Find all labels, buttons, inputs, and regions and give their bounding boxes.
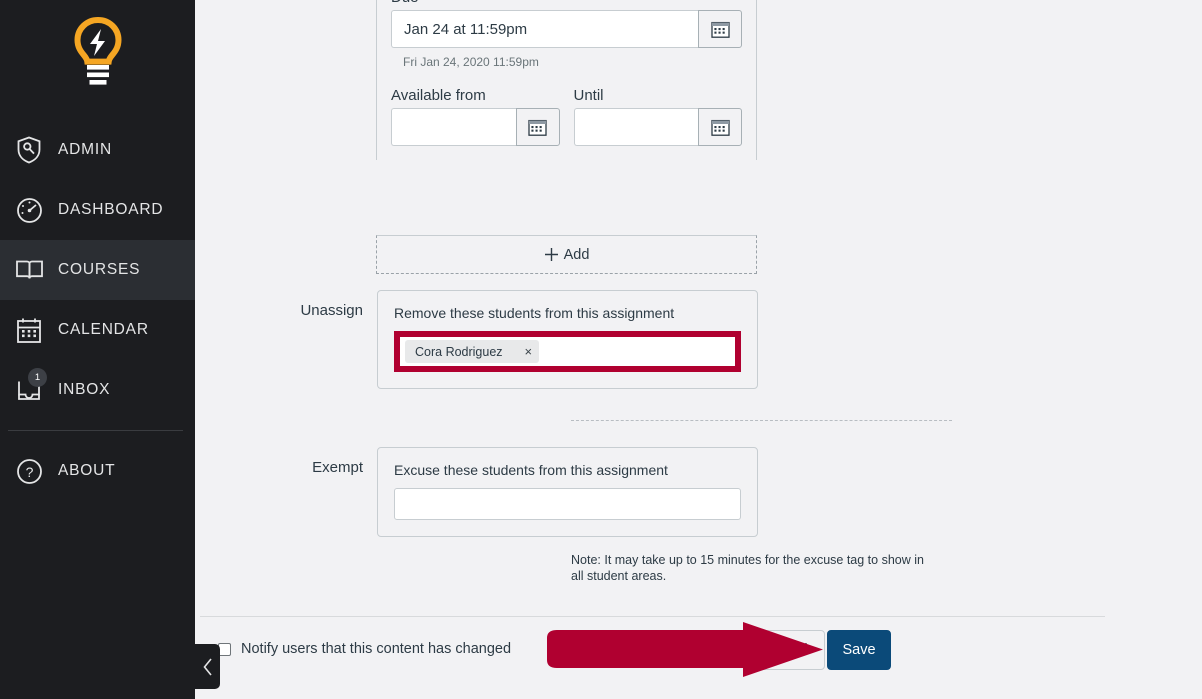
sidebar-item-inbox[interactable]: 1 INBOX <box>0 360 195 420</box>
calendar-icon <box>8 312 50 348</box>
until-group: Until <box>573 73 742 146</box>
sidebar-item-dashboard[interactable]: DASHBOARD <box>0 180 195 240</box>
svg-text:?: ? <box>25 464 33 480</box>
calendar-icon <box>710 119 730 136</box>
unassign-label: Unassign <box>300 302 363 319</box>
section-divider <box>571 420 952 421</box>
sidebar-item-label: COURSES <box>58 261 141 278</box>
exempt-note: Note: It may take up to 15 minutes for t… <box>571 553 924 583</box>
sidebar-item-calendar[interactable]: CALENDAR <box>0 300 195 360</box>
exempt-section: Exempt Excuse these students from this a… <box>205 447 758 537</box>
save-button[interactable]: Save <box>827 630 891 670</box>
cancel-button[interactable]: Cancel <box>745 630 825 670</box>
due-date-card: Everyone × Due Jan 24 at 11:59pm <box>376 0 757 160</box>
remove-token-icon[interactable]: × <box>525 345 533 358</box>
due-date-row: Jan 24 at 11:59pm <box>391 10 742 48</box>
exempt-instruction: Excuse these students from this assignme… <box>394 462 668 478</box>
sidebar-item-label: ADMIN <box>58 141 112 158</box>
chevron-left-icon <box>202 657 212 676</box>
sidebar-item-label: INBOX <box>58 381 111 398</box>
sidebar-item-admin[interactable]: ADMIN <box>0 120 195 180</box>
notify-users-label: Notify users that this content has chang… <box>241 641 512 657</box>
unassign-highlight-ring: Cora Rodriguez × <box>394 331 741 372</box>
calendar-icon <box>710 21 730 38</box>
notify-users-row[interactable]: Notify users that this content has chang… <box>218 641 511 657</box>
exempt-label: Exempt <box>312 459 363 476</box>
book-icon <box>8 252 50 288</box>
until-label: Until <box>573 87 604 104</box>
shield-key-icon <box>8 132 50 168</box>
unassign-box: Remove these students from this assignme… <box>377 290 758 389</box>
until-calendar-button[interactable] <box>698 108 742 146</box>
nav-list: ADMIN DASHBOARD COURSES CALENDAR 1 INBOX… <box>0 120 195 501</box>
sidebar-item-label: CALENDAR <box>58 321 149 338</box>
available-from-calendar-button[interactable] <box>515 108 560 146</box>
question-circle-icon: ? <box>8 453 50 489</box>
sidebar-item-courses[interactable]: COURSES <box>0 240 195 300</box>
lightbulb-logo-icon <box>73 17 122 85</box>
speedometer-icon <box>8 192 50 228</box>
due-field-label: Due <box>391 0 742 6</box>
unassign-token-input[interactable]: Cora Rodriguez × <box>400 337 735 366</box>
sidebar-item-about[interactable]: ? ABOUT <box>0 441 195 501</box>
due-date-resolved-hint: Fri Jan 24, 2020 11:59pm <box>403 55 539 69</box>
exempt-box: Excuse these students from this assignme… <box>377 447 758 537</box>
calendar-icon <box>528 119 547 136</box>
unassign-student-token[interactable]: Cora Rodriguez × <box>405 340 540 363</box>
exempt-student-input[interactable] <box>394 488 741 520</box>
available-from-label: Available from <box>391 87 486 104</box>
sidebar-divider <box>8 430 183 431</box>
app-root: ADMIN DASHBOARD COURSES CALENDAR 1 INBOX… <box>0 0 1202 699</box>
inbox-unread-badge: 1 <box>28 368 47 387</box>
unassign-instruction: Remove these students from this assignme… <box>394 305 675 321</box>
app-logo[interactable] <box>0 0 195 108</box>
unassign-student-label: Cora Rodriguez <box>415 344 503 359</box>
due-date-calendar-button[interactable] <box>698 10 742 48</box>
due-date-input[interactable]: Jan 24 at 11:59pm <box>391 10 698 48</box>
sidebar-item-label: ABOUT <box>58 462 116 479</box>
assignment-edit-main: Everyone × Due Jan 24 at 11:59pm <box>195 0 1202 699</box>
add-due-date-button[interactable]: Add <box>376 235 757 274</box>
available-from-input[interactable] <box>391 108 516 146</box>
inbox-icon: 1 <box>8 368 50 408</box>
plus-icon <box>544 248 558 261</box>
add-button-label: Add <box>563 246 590 263</box>
unassign-section: Unassign Remove these students from this… <box>205 290 758 389</box>
available-from-group: Available from <box>391 73 560 146</box>
availability-row: Available from Until <box>391 73 742 146</box>
sidebar-collapse-button[interactable] <box>195 644 220 689</box>
global-navigation-sidebar: ADMIN DASHBOARD COURSES CALENDAR 1 INBOX… <box>0 0 195 699</box>
until-input[interactable] <box>573 108 698 146</box>
form-footer: Notify users that this content has chang… <box>195 617 1202 699</box>
sidebar-item-label: DASHBOARD <box>58 201 164 218</box>
